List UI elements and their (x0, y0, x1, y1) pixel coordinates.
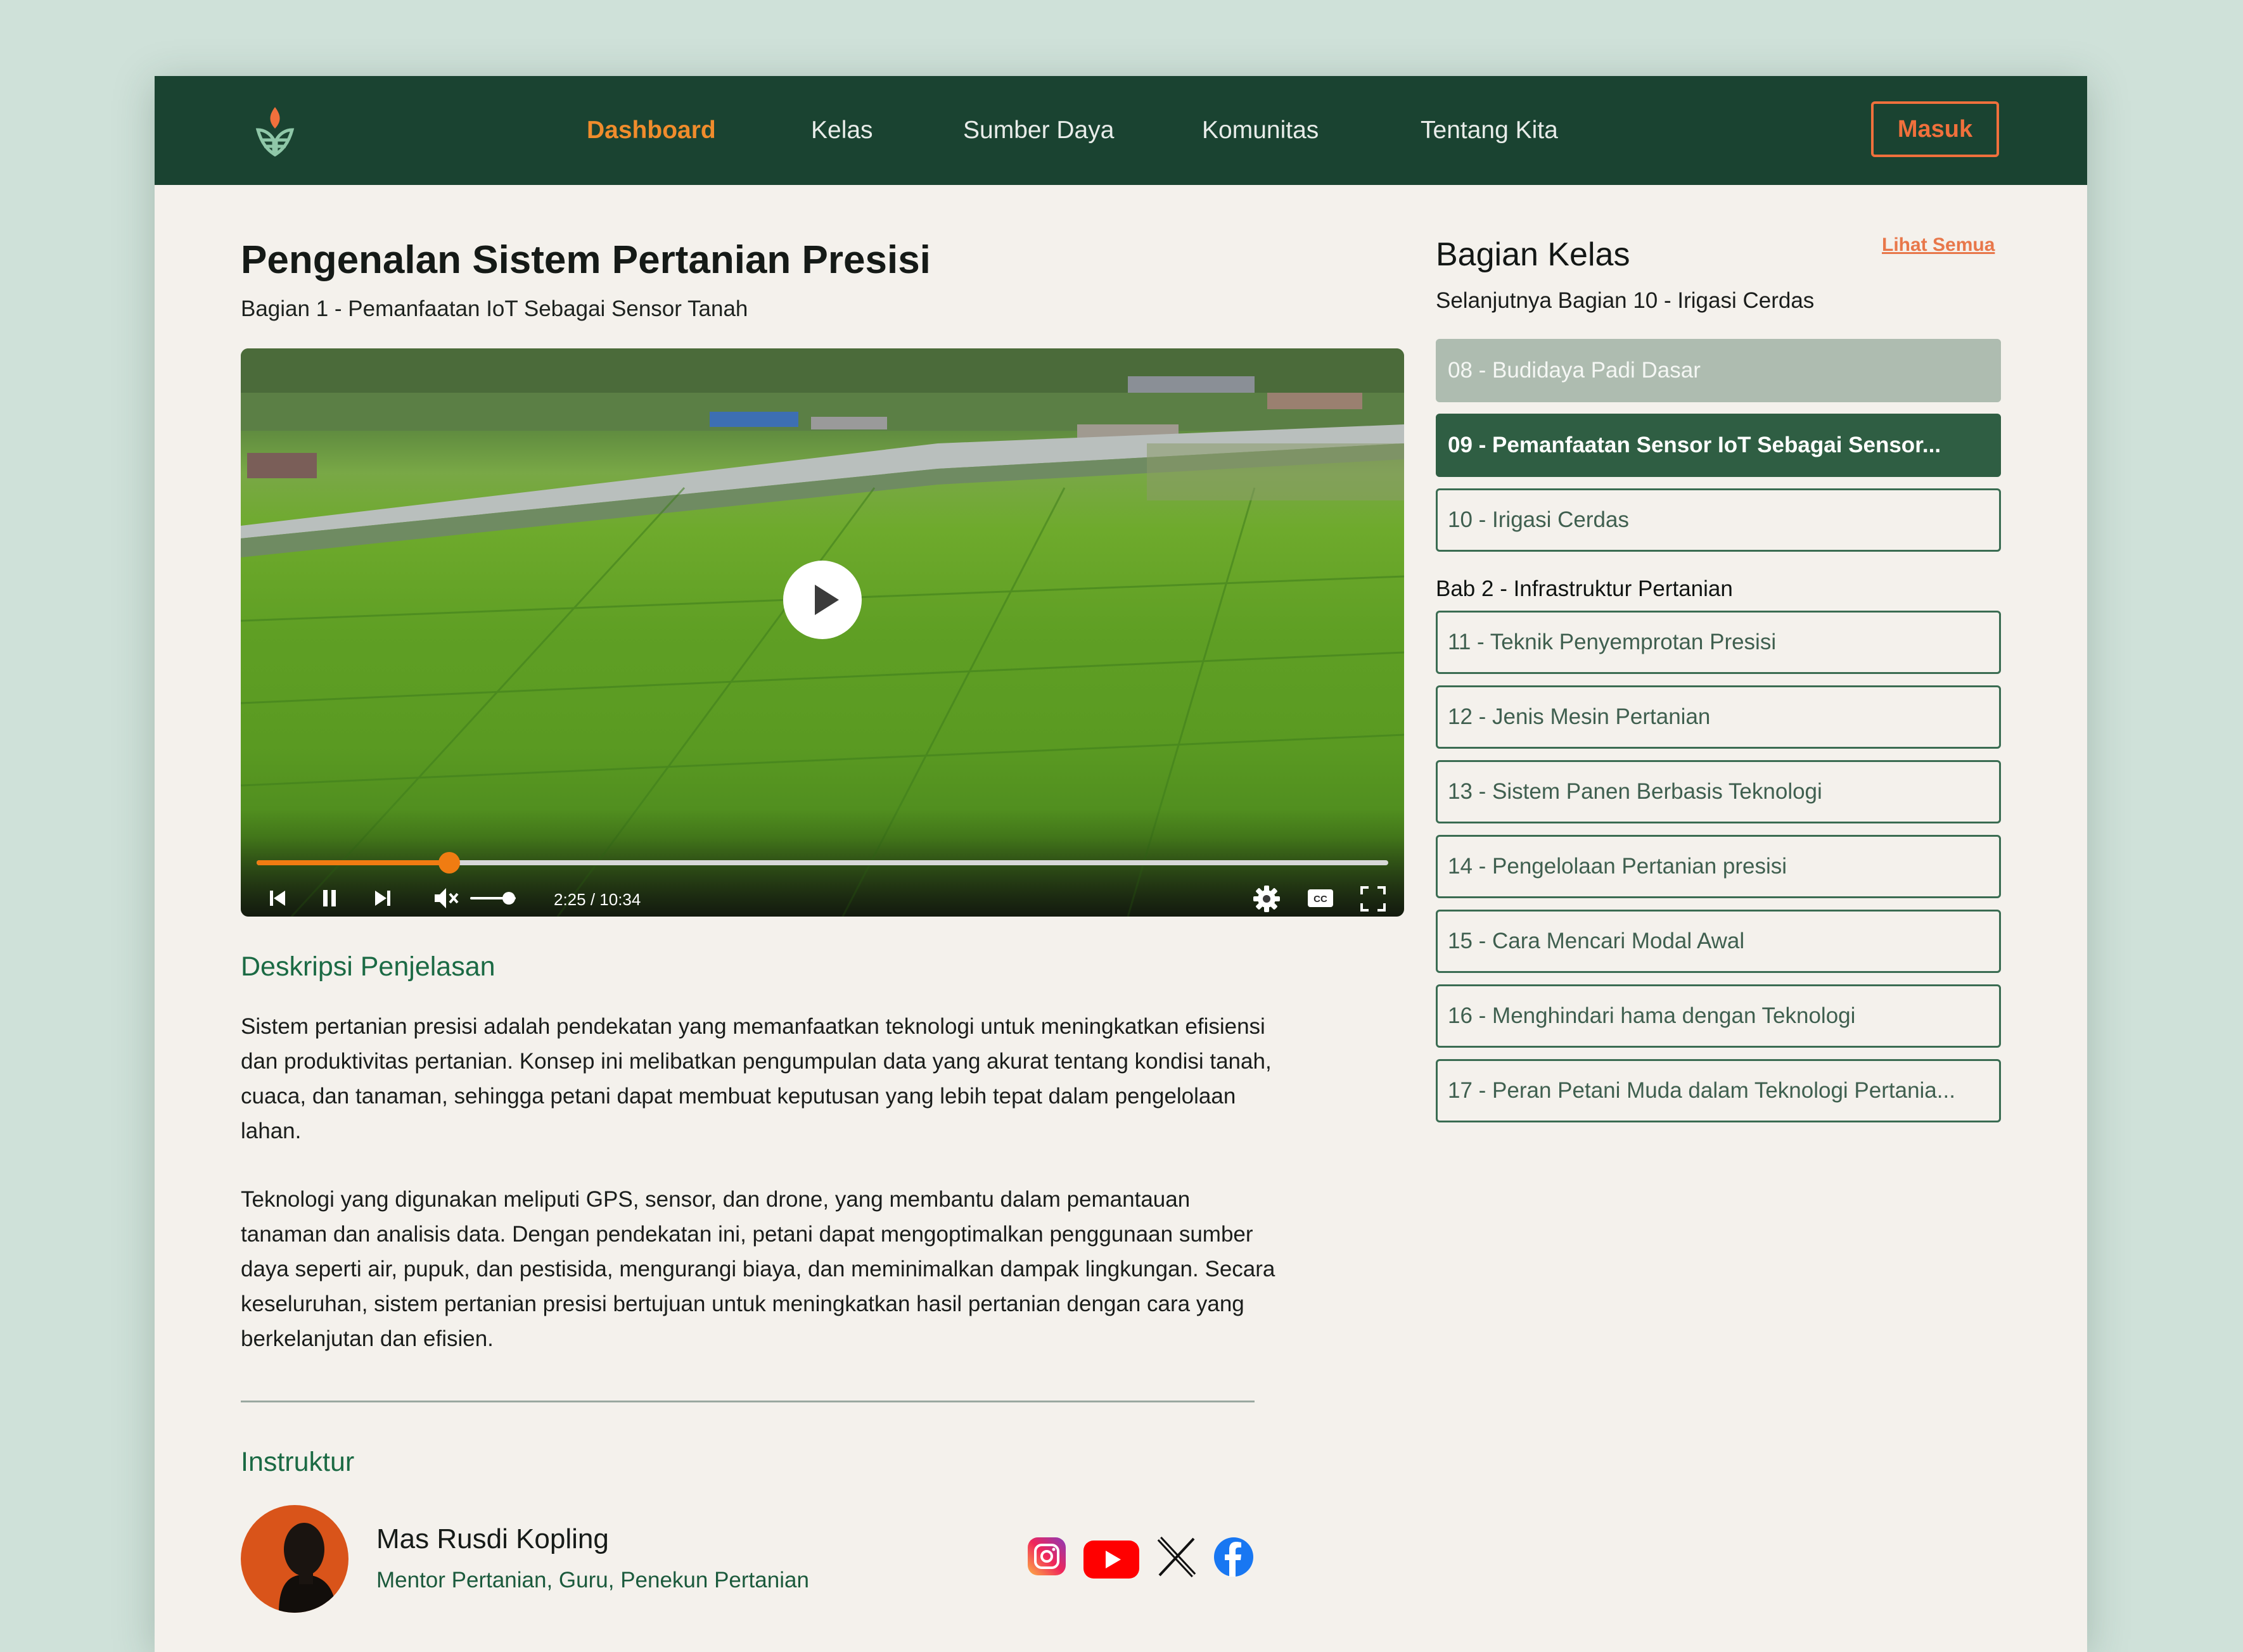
previous-icon[interactable] (266, 887, 289, 910)
sidebar-title: Bagian Kelas (1436, 236, 1630, 273)
instructor-name: Mas Rusdi Kopling (376, 1523, 609, 1554)
page-subtitle: Bagian 1 - Pemanfaatan IoT Sebagai Senso… (241, 296, 748, 321)
lesson-item[interactable]: 14 - Pengelolaan Pertanian presisi (1436, 835, 2001, 898)
chapter-label: Bab 2 - Infrastruktur Pertanian (1436, 576, 1733, 601)
description-paragraph: Sistem pertanian presisi adalah pendekat… (241, 1014, 1272, 1143)
play-icon (815, 585, 839, 615)
lesson-item[interactable]: 12 - Jenis Mesin Pertanian (1436, 685, 2001, 749)
lesson-item[interactable]: 13 - Sistem Panen Berbasis Teknologi (1436, 760, 2001, 823)
pause-icon[interactable] (318, 887, 341, 910)
lesson-item[interactable]: 10 - Irigasi Cerdas (1436, 488, 2001, 552)
fullscreen-icon[interactable] (1360, 886, 1386, 912)
lesson-item[interactable]: 08 - Budidaya Padi Dasar (1436, 339, 2001, 402)
svg-text:CC: CC (1313, 894, 1327, 905)
youtube-icon[interactable] (1082, 1539, 1141, 1580)
instructor-role: Mentor Pertanian, Guru, Penekun Pertania… (376, 1568, 809, 1592)
play-button[interactable] (783, 561, 862, 639)
login-button[interactable]: Masuk (1871, 101, 1999, 157)
facebook-icon[interactable] (1213, 1536, 1255, 1578)
settings-icon[interactable] (1252, 884, 1281, 913)
sidebar-subtitle: Selanjutnya Bagian 10 - Irigasi Cerdas (1436, 288, 1815, 313)
mute-icon[interactable] (432, 884, 460, 912)
avatar (241, 1505, 348, 1613)
lesson-item[interactable]: 16 - Menghindari hama dengan Teknologi (1436, 984, 2001, 1048)
lesson-item-current[interactable]: 09 - Pemanfaatan Sensor IoT Sebagai Sens… (1436, 414, 2001, 477)
app-window: Dashboard Kelas Sumber Daya Komunitas Te… (155, 76, 2087, 1652)
volume-slider[interactable] (470, 892, 516, 905)
captions-icon[interactable]: CC (1307, 886, 1334, 911)
description-paragraph: Teknologi yang digunakan meliputi GPS, s… (241, 1187, 1275, 1351)
lesson-item[interactable]: 17 - Peran Petani Muda dalam Teknologi P… (1436, 1059, 2001, 1122)
video-player[interactable]: 2:25 / 10:34 CC (241, 348, 1404, 917)
nav-komunitas[interactable]: Komunitas (1202, 76, 1319, 185)
divider (241, 1401, 1255, 1402)
instructor-heading: Instruktur (241, 1447, 355, 1477)
seek-handle[interactable] (438, 852, 460, 874)
lesson-item[interactable]: 15 - Cara Mencari Modal Awal (1436, 910, 2001, 973)
seek-bar[interactable] (257, 852, 1388, 874)
time-display: 2:25 / 10:34 (554, 890, 641, 909)
seek-bar-progress (257, 860, 449, 865)
nav-sumber-daya[interactable]: Sumber Daya (963, 76, 1114, 185)
x-icon[interactable] (1156, 1536, 1198, 1578)
top-navbar: Dashboard Kelas Sumber Daya Komunitas Te… (155, 76, 2087, 185)
nav-kelas[interactable]: Kelas (811, 76, 873, 185)
instagram-icon[interactable] (1026, 1536, 1067, 1577)
nav-dashboard[interactable]: Dashboard (587, 76, 716, 185)
nav-tentang-kita[interactable]: Tentang Kita (1421, 76, 1558, 185)
next-icon[interactable] (371, 887, 394, 910)
main-nav: Dashboard Kelas Sumber Daya Komunitas Te… (155, 76, 2087, 185)
lesson-item[interactable]: 11 - Teknik Penyemprotan Presisi (1436, 611, 2001, 674)
description-heading: Deskripsi Penjelasan (241, 951, 495, 982)
page-title: Pengenalan Sistem Pertanian Presisi (241, 238, 931, 282)
see-all-link[interactable]: Lihat Semua (1882, 234, 1995, 256)
